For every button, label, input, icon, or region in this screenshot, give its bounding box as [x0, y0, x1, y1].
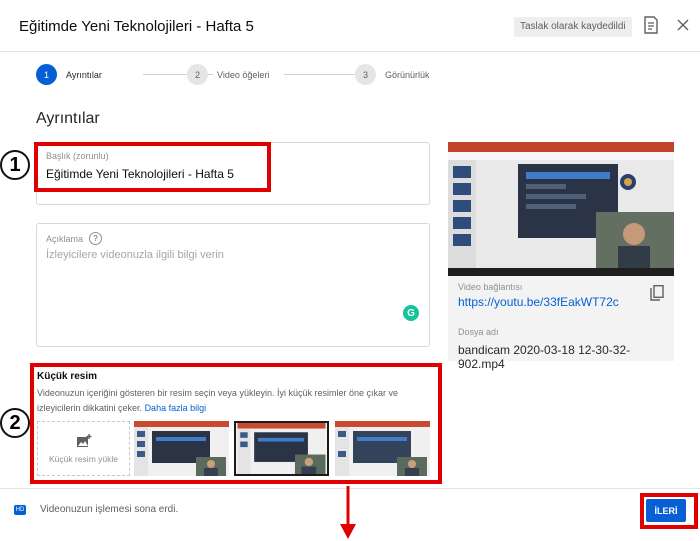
description-field[interactable]: Açıklama ? İzleyicilere videonuzla ilgil…: [36, 223, 430, 347]
filename-label: Dosya adı: [458, 327, 499, 337]
video-preview-panel: Video bağlantısı https://youtu.be/33fEak…: [448, 142, 674, 371]
hd-icon: HD: [14, 505, 26, 515]
description-label-text: Açıklama: [46, 233, 84, 244]
description-field-label: Açıklama ?: [46, 232, 103, 245]
annotation-highlight-title: [34, 142, 271, 192]
annotation-highlight-thumbnail: [30, 363, 442, 484]
close-icon[interactable]: [673, 15, 693, 35]
video-player[interactable]: [448, 142, 674, 276]
video-link[interactable]: https://youtu.be/33fEakWT72c: [458, 295, 619, 309]
step-number: 2: [187, 64, 208, 85]
step-label: Ayrıntılar: [66, 69, 102, 80]
annotation-badge-2: 2: [0, 408, 30, 438]
stepper-divider: [284, 74, 356, 75]
dialog-title: Eğitimde Yeni Teknolojileri - Hafta 5: [19, 18, 254, 35]
step-label: Görünürlük: [385, 69, 430, 80]
filename-value: bandicam 2020-03-18 12-30-32-902.mp4: [458, 343, 631, 371]
section-title: Ayrıntılar: [36, 110, 100, 127]
step-number: 3: [355, 64, 376, 85]
upload-stepper: 1 Ayrıntılar 2 Video öğeleri 3 Görünürlü…: [36, 64, 476, 86]
description-placeholder[interactable]: İzleyicilere videonuzla ilgili bilgi ver…: [46, 249, 224, 261]
help-icon[interactable]: ?: [89, 232, 103, 245]
grammarly-icon[interactable]: G: [403, 305, 419, 321]
copy-icon[interactable]: [650, 285, 664, 301]
draft-status-badge: Taslak olarak kaydedildi: [514, 17, 632, 37]
annotation-arrow: [340, 486, 356, 539]
step-video-elements[interactable]: 2 Video öğeleri: [187, 64, 269, 85]
annotation-highlight-next: [640, 493, 698, 529]
video-link-label: Video bağlantısı: [458, 282, 523, 292]
step-details[interactable]: 1 Ayrıntılar: [36, 64, 102, 85]
processing-status: Videonuzun işlemesi sona erdi.: [40, 504, 179, 515]
step-label: Video öğeleri: [217, 69, 270, 80]
step-number: 1: [36, 64, 57, 85]
annotation-badge-1: 1: [0, 150, 30, 180]
step-visibility[interactable]: 3 Görünürlük: [355, 64, 430, 85]
feedback-icon[interactable]: [641, 15, 661, 35]
dialog-header: Eğitimde Yeni Teknolojileri - Hafta 5 Ta…: [0, 0, 700, 52]
